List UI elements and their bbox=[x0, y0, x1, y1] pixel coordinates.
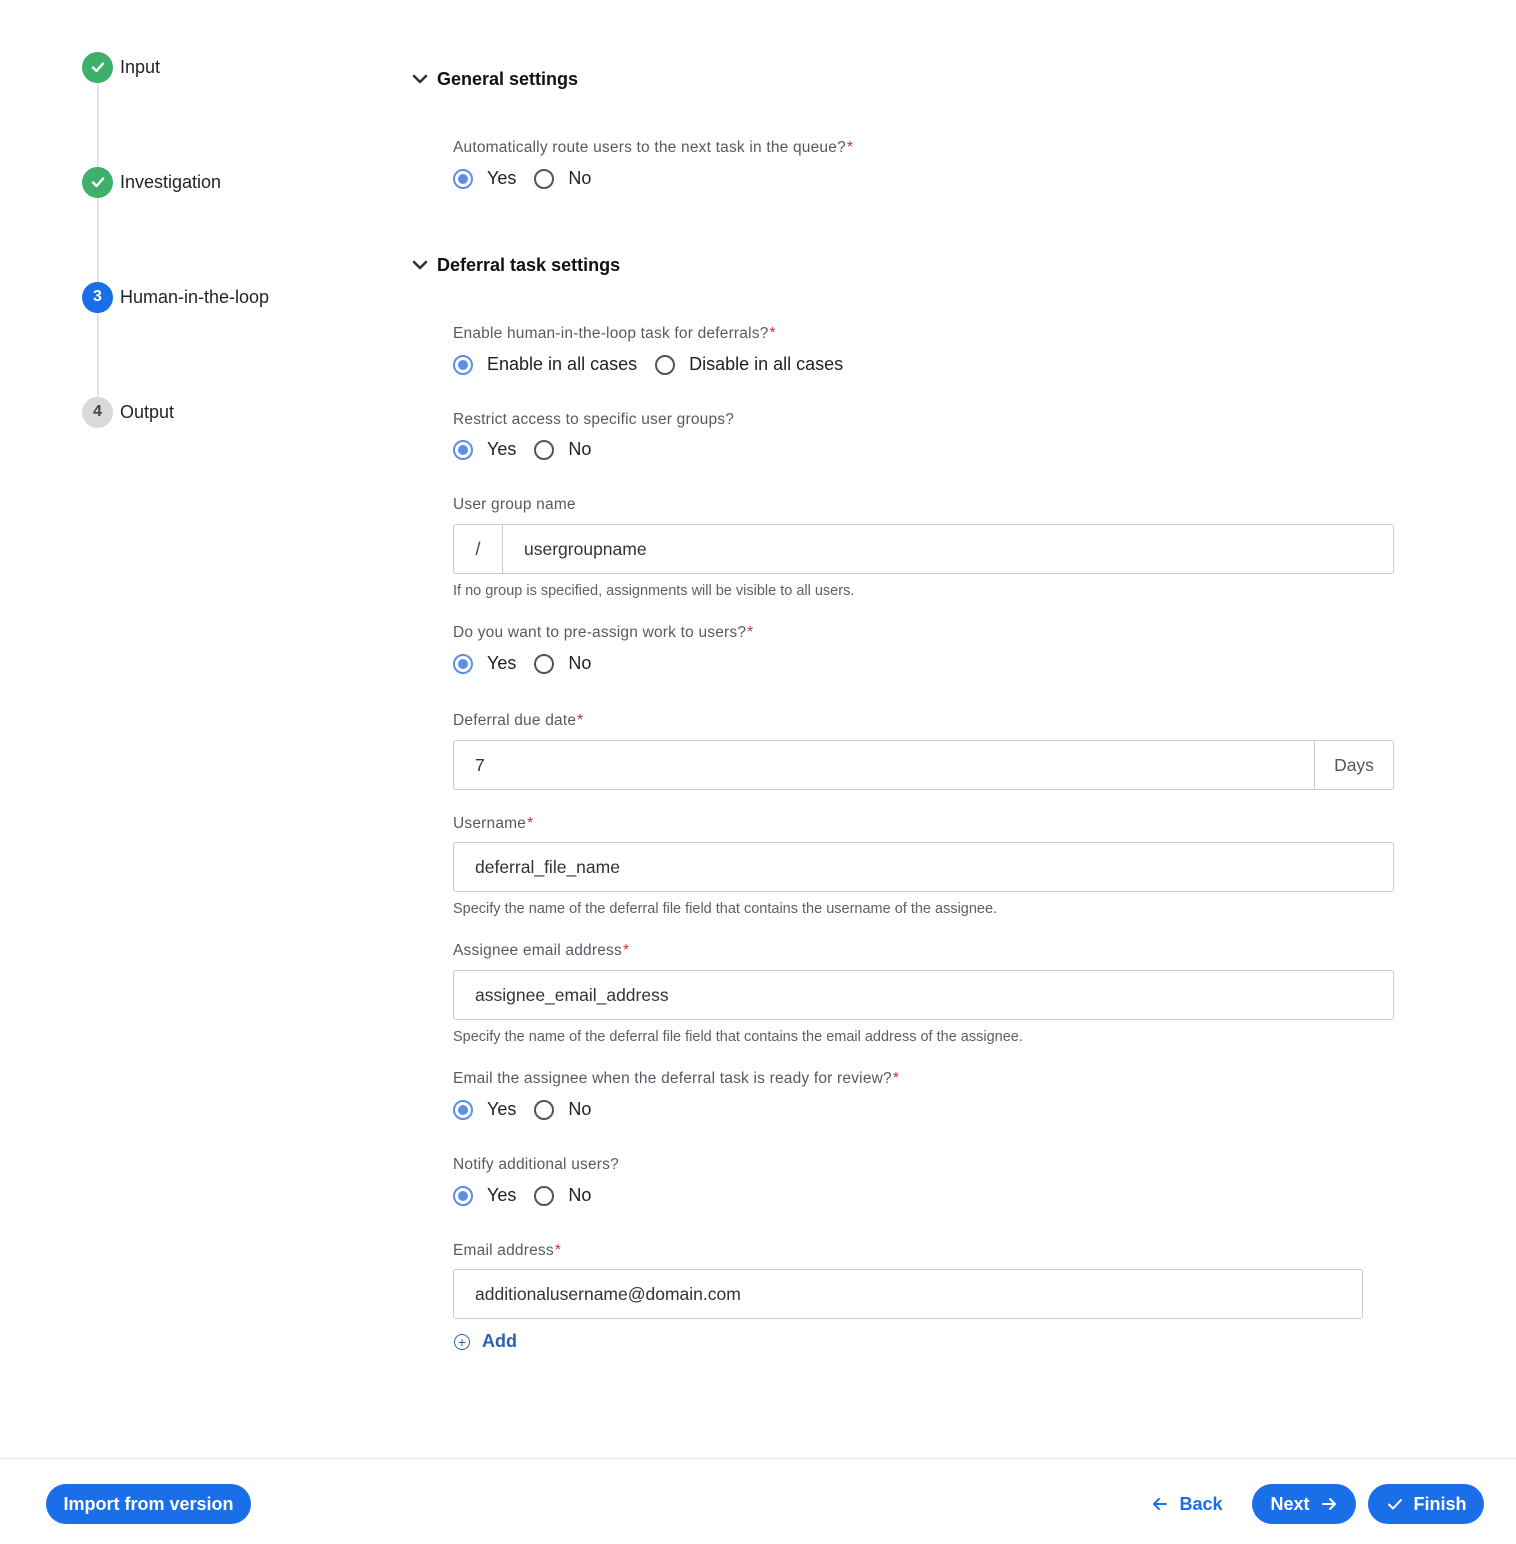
step-number-badge: 4 bbox=[82, 396, 113, 428]
enable-hitl-radio-group: Enable in all cases Disable in all cases bbox=[453, 354, 861, 375]
assignee-email-label: Assignee email address* bbox=[453, 942, 630, 959]
restrict-access-label: Restrict access to specific user groups? bbox=[453, 411, 735, 428]
step-label: Input bbox=[120, 56, 161, 77]
preassign-no-radio[interactable]: No bbox=[534, 653, 591, 674]
notify-users-radio-group: Yes No bbox=[453, 1185, 609, 1206]
assignee-email-input[interactable]: assignee_email_address bbox=[453, 970, 1394, 1020]
user-group-help: If no group is specified, assignments wi… bbox=[453, 583, 855, 599]
user-group-value: usergroupname bbox=[524, 538, 647, 559]
step-label: Investigation bbox=[120, 171, 222, 192]
general-settings-toggle[interactable]: General settings bbox=[410, 69, 578, 90]
email-ready-radio-group: Yes No bbox=[453, 1099, 609, 1120]
restrict-no-radio[interactable]: No bbox=[534, 439, 591, 460]
due-date-label: Deferral due date* bbox=[453, 712, 584, 729]
email-address-label: Email address* bbox=[453, 1242, 562, 1259]
section-title: General settings bbox=[437, 69, 579, 89]
step-number-badge: 3 bbox=[82, 281, 113, 313]
enable-all-cases-radio[interactable]: Enable in all cases bbox=[453, 354, 637, 375]
arrow-left-icon bbox=[1153, 1498, 1168, 1510]
chevron-down-icon bbox=[412, 74, 428, 83]
due-date-input[interactable]: 7 Days bbox=[453, 740, 1394, 790]
email-address-value: additionalusername@domain.com bbox=[475, 1283, 741, 1304]
notify-users-label: Notify additional users? bbox=[453, 1156, 619, 1173]
next-button[interactable]: Next bbox=[1252, 1484, 1356, 1524]
notify-no-radio[interactable]: No bbox=[534, 1185, 591, 1206]
step-label: Human-in-the-loop bbox=[120, 286, 270, 307]
progress-stepper: Input Investigation 3 Human-in-the-loop … bbox=[82, 51, 342, 431]
restrict-access-radio-group: Yes No bbox=[453, 439, 609, 460]
section-title: Deferral task settings bbox=[437, 255, 621, 275]
route-question-label: Automatically route users to the next ta… bbox=[453, 139, 854, 156]
path-prefix: / bbox=[454, 525, 503, 573]
plus-circle-icon: + bbox=[454, 1333, 470, 1350]
step-human-in-the-loop[interactable]: 3 Human-in-the-loop bbox=[82, 281, 269, 313]
enable-hitl-label: Enable human-in-the-loop task for deferr… bbox=[453, 325, 776, 342]
add-email-button[interactable]: + Add bbox=[454, 1331, 517, 1352]
email-ready-yes-radio[interactable]: Yes bbox=[453, 1099, 516, 1120]
preassign-yes-radio[interactable]: Yes bbox=[453, 653, 516, 674]
deferral-settings-toggle[interactable]: Deferral task settings bbox=[410, 255, 620, 276]
step-investigation[interactable]: Investigation bbox=[82, 166, 221, 198]
user-group-input[interactable]: / usergroupname bbox=[453, 524, 1394, 574]
step-output[interactable]: 4 Output bbox=[82, 396, 174, 428]
username-value: deferral_file_name bbox=[475, 856, 620, 877]
restrict-yes-radio[interactable]: Yes bbox=[453, 439, 516, 460]
username-input[interactable]: deferral_file_name bbox=[453, 842, 1394, 892]
route-radio-group: Yes No bbox=[453, 168, 609, 189]
chevron-down-icon bbox=[412, 260, 428, 269]
back-button[interactable]: Back bbox=[1142, 1484, 1232, 1524]
check-icon bbox=[1387, 1499, 1402, 1510]
preassign-label: Do you want to pre-assign work to users?… bbox=[453, 624, 754, 641]
assignee-email-help: Specify the name of the deferral file fi… bbox=[453, 1029, 1023, 1045]
step-complete-check-icon bbox=[82, 51, 113, 83]
step-complete-check-icon bbox=[82, 166, 113, 198]
username-help: Specify the name of the deferral file fi… bbox=[453, 901, 998, 917]
step-label: Output bbox=[120, 401, 175, 422]
add-label: Add bbox=[482, 1331, 517, 1351]
user-group-label: User group name bbox=[453, 496, 576, 513]
email-ready-label: Email the assignee when the deferral tas… bbox=[453, 1070, 900, 1087]
due-date-value: 7 bbox=[475, 754, 485, 775]
due-date-unit: Days bbox=[1314, 741, 1393, 789]
import-from-version-button[interactable]: Import from version bbox=[46, 1484, 251, 1524]
notify-yes-radio[interactable]: Yes bbox=[453, 1185, 516, 1206]
username-label: Username* bbox=[453, 815, 534, 832]
email-ready-no-radio[interactable]: No bbox=[534, 1099, 591, 1120]
route-yes-radio[interactable]: Yes bbox=[453, 168, 516, 189]
footer-divider bbox=[0, 1458, 1516, 1459]
route-no-radio[interactable]: No bbox=[534, 168, 591, 189]
assignee-email-value: assignee_email_address bbox=[475, 984, 669, 1005]
disable-all-cases-radio[interactable]: Disable in all cases bbox=[655, 354, 843, 375]
email-address-input[interactable]: additionalusername@domain.com bbox=[453, 1269, 1363, 1319]
arrow-right-icon bbox=[1321, 1498, 1336, 1510]
step-input[interactable]: Input bbox=[82, 51, 160, 83]
finish-button[interactable]: Finish bbox=[1368, 1484, 1484, 1524]
preassign-radio-group: Yes No bbox=[453, 653, 609, 674]
stepper-connector bbox=[97, 81, 99, 416]
